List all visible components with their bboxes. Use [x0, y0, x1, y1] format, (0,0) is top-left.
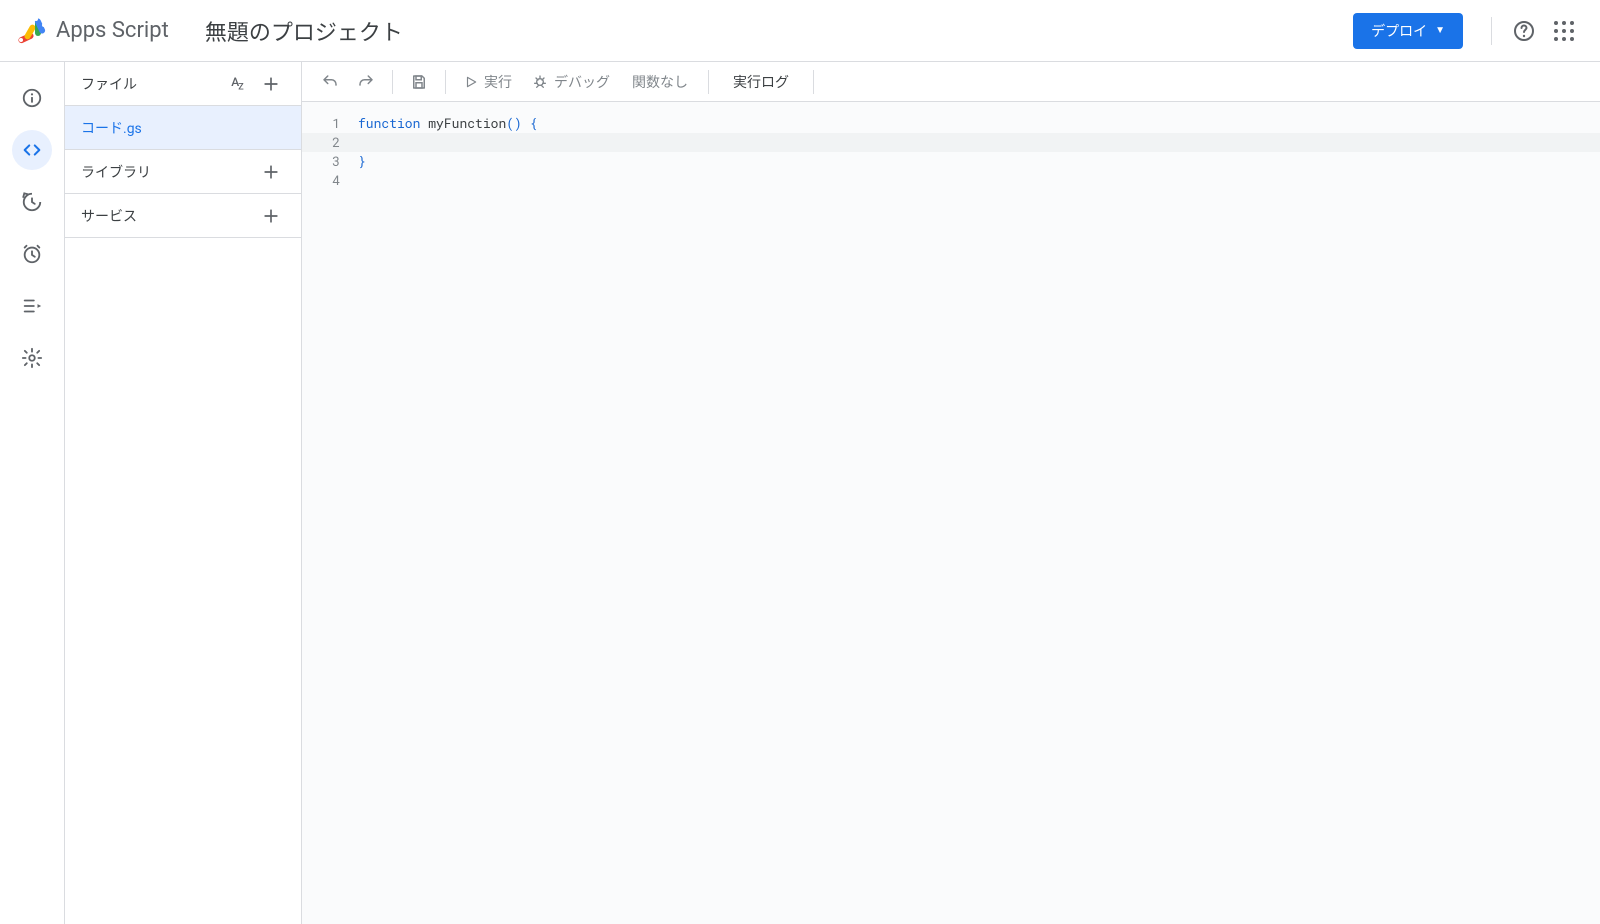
nav-history[interactable] — [12, 182, 52, 222]
save-icon — [410, 73, 428, 91]
nav-triggers[interactable] — [12, 234, 52, 274]
files-section-header: ファイル AZ — [65, 62, 301, 106]
execution-log-button[interactable]: 実行ログ — [719, 72, 803, 92]
info-icon — [21, 87, 43, 109]
app-header: Apps Script 無題のプロジェクト デプロイ ▼ — [0, 0, 1600, 62]
undo-button[interactable] — [314, 66, 346, 98]
add-service-button[interactable] — [257, 202, 285, 230]
gutter-line-number: 3 — [302, 152, 358, 171]
redo-icon — [357, 73, 375, 91]
services-section-header: サービス — [65, 194, 301, 238]
code-line[interactable]: 3} — [302, 152, 1600, 171]
logo-area[interactable]: Apps Script — [16, 15, 169, 47]
redo-button[interactable] — [350, 66, 382, 98]
code-editor[interactable]: 1function myFunction() {2 3}4 — [302, 102, 1600, 924]
libraries-section-header: ライブラリ — [65, 150, 301, 194]
nav-editor[interactable] — [12, 130, 52, 170]
file-name: コード.gs — [81, 118, 142, 138]
code-icon — [21, 139, 43, 161]
project-title[interactable]: 無題のプロジェクト — [205, 15, 403, 47]
debug-button[interactable]: デバッグ — [524, 66, 618, 98]
save-button[interactable] — [403, 66, 435, 98]
run-button[interactable]: 実行 — [456, 66, 520, 98]
file-item[interactable]: コード.gs — [65, 106, 301, 150]
chevron-down-icon: ▼ — [1435, 25, 1445, 36]
debug-label: デバッグ — [554, 72, 610, 92]
run-label: 実行 — [484, 72, 512, 92]
plus-icon — [261, 74, 281, 94]
nav-settings[interactable] — [12, 338, 52, 378]
add-library-button[interactable] — [257, 158, 285, 186]
code-line[interactable]: 2 — [302, 133, 1600, 152]
plus-icon — [261, 206, 281, 226]
apps-launcher-button[interactable] — [1544, 11, 1584, 51]
debug-icon — [532, 74, 548, 90]
gutter-line-number: 1 — [302, 114, 358, 133]
gutter-line-number: 4 — [302, 171, 358, 190]
code-line[interactable]: 1function myFunction() { — [302, 114, 1600, 133]
deploy-button[interactable]: デプロイ ▼ — [1353, 13, 1463, 49]
deploy-label: デプロイ — [1371, 21, 1427, 41]
toolbar-separator — [708, 70, 709, 94]
undo-icon — [321, 73, 339, 91]
toolbar-separator — [445, 70, 446, 94]
code-text — [358, 133, 374, 152]
gear-icon — [21, 347, 43, 369]
libraries-section-label: ライブラリ — [81, 162, 257, 182]
function-selector[interactable]: 関数なし — [622, 72, 698, 92]
executions-icon — [21, 295, 43, 317]
apps-grid-icon — [1554, 21, 1574, 41]
apps-script-logo-icon — [16, 15, 48, 47]
left-nav-rail — [0, 62, 64, 924]
files-section-label: ファイル — [81, 74, 223, 94]
code-text: } — [358, 152, 366, 171]
code-line[interactable]: 4 — [302, 171, 1600, 190]
nav-overview[interactable] — [12, 78, 52, 118]
help-button[interactable] — [1504, 11, 1544, 51]
clock-icon — [21, 243, 43, 265]
main-area: 実行 デバッグ 関数なし 実行ログ 1function myFunction()… — [302, 62, 1600, 924]
toolbar-separator — [813, 70, 814, 94]
files-sidebar: ファイル AZ コード.gs ライブラリ サービス — [64, 62, 302, 924]
header-separator — [1491, 17, 1492, 45]
product-name: Apps Script — [56, 18, 169, 43]
services-section-label: サービス — [81, 206, 257, 226]
gutter-line-number: 2 — [302, 133, 358, 152]
sort-files-button[interactable]: AZ — [223, 70, 251, 98]
help-icon — [1512, 19, 1536, 43]
nav-executions[interactable] — [12, 286, 52, 326]
play-icon — [464, 75, 478, 89]
editor-toolbar: 実行 デバッグ 関数なし 実行ログ — [302, 62, 1600, 102]
add-file-button[interactable] — [257, 70, 285, 98]
sort-az-icon: AZ — [231, 75, 242, 92]
plus-icon — [261, 162, 281, 182]
code-text: function myFunction() { — [358, 114, 537, 133]
toolbar-separator — [392, 70, 393, 94]
history-icon — [21, 191, 43, 213]
